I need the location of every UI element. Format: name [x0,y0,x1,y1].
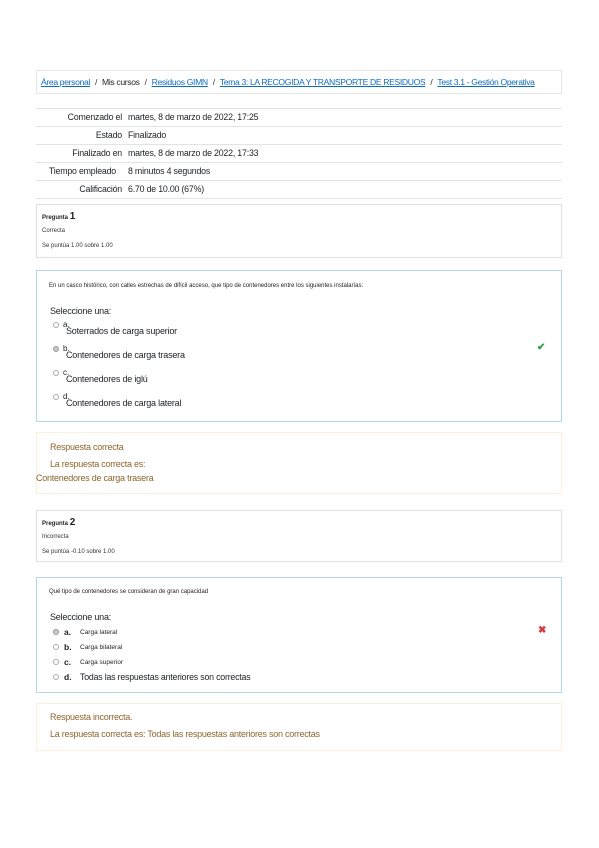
summary-row-started: Comenzado el martes, 8 de marzo de 2022,… [36,108,562,126]
breadcrumb-my-courses: Mis cursos [102,77,140,87]
summary-value: 8 minutos 4 segundos [128,166,211,176]
answer-option-d[interactable]: d. Todas las respuestas anteriores son c… [53,672,353,686]
answer-option-b[interactable]: b. Carga bilateral [53,642,313,656]
question-mark: Se puntúa 1.00 sobre 1.00 [42,243,113,249]
answer-option-d[interactable]: d. Contenedores de carga lateral [53,392,273,413]
question-1-feedback: Respuesta correcta La respuesta correcta… [36,432,562,494]
breadcrumb-separator: / [144,77,147,87]
feedback-title: Respuesta incorrecta. [50,712,133,722]
radio-button[interactable] [53,370,59,376]
summary-value: Finalizado [128,130,167,140]
question-state: Incorrecta [42,534,69,540]
question-number-value: 1 [69,211,76,222]
question-number: Pregunta 2 [42,517,556,528]
radio-button[interactable] [53,644,59,650]
question-1-info: Pregunta 1 Correcta Se puntúa 1.00 sobre… [36,204,562,258]
question-2-info: Pregunta 2 Incorrecta Se puntúa -0.10 so… [36,510,562,562]
answer-option-a[interactable]: a. Soterrados de carga superior [53,320,273,341]
answer-option-c[interactable]: c. Contenedores de iglú [53,368,273,389]
breadcrumb-separator: / [430,77,433,87]
breadcrumb-topic-link[interactable]: Tema 3: LA RECOGIDA Y TRANSPORTE DE RESI… [220,77,426,87]
select-one-prompt: Seleccione una: [50,612,112,622]
attempt-summary-table: Comenzado el martes, 8 de marzo de 2022,… [36,108,562,199]
radio-button-selected[interactable] [53,346,59,352]
summary-row-grade: Calificación 6.70 de 10.00 (67%) [36,180,562,199]
summary-row-finished: Finalizado en martes, 8 de marzo de 2022… [36,144,562,162]
summary-row-state: Estado Finalizado [36,126,562,144]
summary-row-time: Tiempo empleado 8 minutos 4 segundos [36,162,562,180]
summary-label: Tiempo empleado [48,166,116,176]
option-text: Carga lateral [80,629,118,636]
radio-button[interactable] [53,659,59,665]
option-text: Contenedores de carga trasera [66,350,185,360]
feedback-title: Respuesta correcta [50,442,124,452]
breadcrumb-course-link[interactable]: Residuos GIMN [152,77,208,87]
answer-option-a[interactable]: a. Carga lateral [53,627,313,641]
feedback-correct-line: La respuesta correcta es: [50,459,146,469]
question-number: Pregunta 1 [42,211,556,222]
breadcrumb-home-link[interactable]: Área personal [41,77,90,87]
radio-button-selected[interactable] [53,629,59,635]
question-number-value: 2 [69,517,76,528]
feedback-correct-line: La respuesta correcta es: Todas las resp… [50,729,320,739]
summary-value: martes, 8 de marzo de 2022, 17:25 [128,112,259,122]
breadcrumb: Área personal / Mis cursos / Residuos GI… [36,70,562,94]
breadcrumb-quiz-link[interactable]: Test 3.1 - Gestión Operativa [437,77,535,87]
summary-label: Calificación [79,184,122,194]
summary-value: 6.70 de 10.00 (67%) [128,184,204,194]
option-letter: a. [64,627,72,637]
option-text: Contenedores de iglú [66,374,148,384]
breadcrumb-separator: / [94,77,98,87]
summary-value: martes, 8 de marzo de 2022, 17:33 [128,148,259,158]
check-icon: ✔ [537,342,546,353]
question-label: Pregunta [42,521,69,527]
radio-button[interactable] [53,394,59,400]
select-one-prompt: Seleccione una: [50,306,112,316]
question-mark: Se puntúa -0.10 sobre 1.00 [42,549,115,555]
option-letter: d. [64,672,72,682]
question-1-content: En un casco histórico, con calles estrec… [36,270,562,422]
question-label: Pregunta [42,215,69,221]
question-state: Correcta [42,228,66,234]
question-2-content: Qué tipo de contenedores se consideran d… [36,577,562,693]
feedback-correct-answer: Contenedores de carga trasera [36,473,154,483]
summary-label: Finalizado en [72,148,122,158]
option-text: Carga bilateral [80,644,123,651]
option-text: Todas las respuestas anteriores son corr… [80,672,251,682]
question-text: Qué tipo de contenedores se consideran d… [49,589,209,595]
summary-label: Estado [95,130,122,140]
breadcrumb-separator: / [212,77,215,87]
answer-option-b[interactable]: b. Contenedores de carga trasera [53,344,273,365]
option-letter: b. [64,642,72,652]
question-text: En un casco histórico, con calles estrec… [49,283,364,289]
option-text: Contenedores de carga lateral [66,398,182,408]
radio-button[interactable] [53,674,59,680]
option-text: Soterrados de carga superior [66,326,177,336]
summary-label: Comenzado el [67,112,123,122]
answer-option-c[interactable]: c. Carga superior [53,657,313,671]
question-2-feedback: Respuesta incorrecta. La respuesta corre… [36,703,562,751]
cross-icon: ✖ [538,625,547,636]
option-letter: c. [64,657,72,667]
radio-button[interactable] [53,322,59,328]
option-text: Carga superior [80,659,123,666]
